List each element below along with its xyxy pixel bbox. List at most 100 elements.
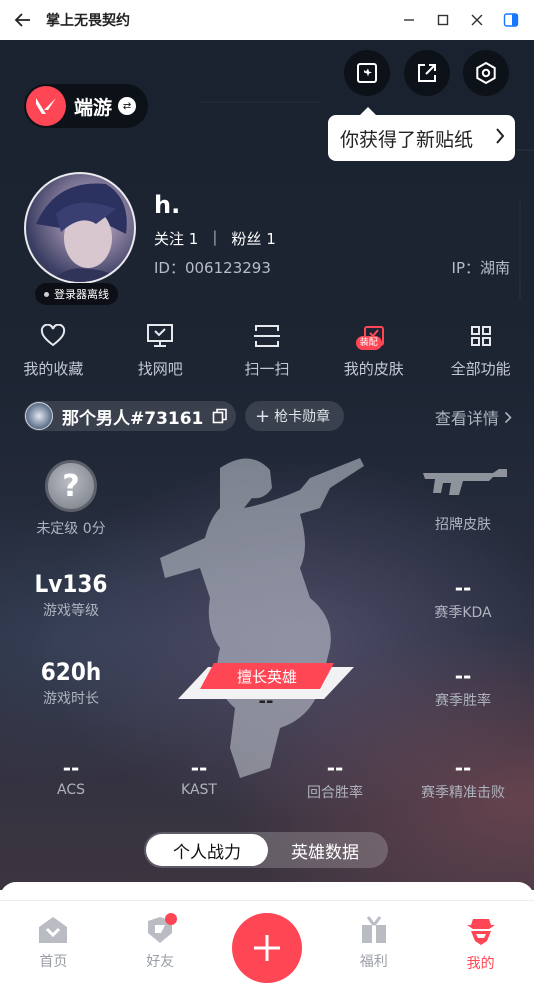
rank-symbol: ? [62,468,80,504]
player-card[interactable]: 那个男人#73161 [24,401,236,431]
sticker-button[interactable] [344,50,390,96]
kda-label: 赛季KDA [434,605,492,621]
signature-skin-label: 招牌皮肤 [435,517,491,533]
details-label: 查看详情 [434,409,499,428]
tab-personal-power[interactable]: 个人战力 [146,834,268,866]
skin-icon: 装配 [355,320,386,352]
heart-icon [40,320,66,352]
settings-icon [476,61,496,85]
close-button[interactable] [468,11,486,29]
player-avatar [25,402,53,430]
tooltip-text: 你获得了新贴纸 [340,128,474,151]
tab-label: 福利 [359,954,388,970]
maximize-button[interactable] [434,11,452,29]
feature-label: 我的收藏 [23,360,84,378]
winrate-value: -- [454,664,472,688]
status-dot-icon [44,291,49,297]
chevron-right-icon [495,127,505,150]
kast-label: KAST [181,782,217,798]
avatar[interactable] [24,172,136,284]
acs-value: -- [62,756,80,780]
kda-value: -- [454,576,472,600]
equip-badge: 装配 [355,336,382,350]
signature-skin-stat[interactable]: 招牌皮肤 [404,460,522,534]
round-winrate-stat: -- 回合胜率 [284,756,386,802]
tab-hero-data[interactable]: 英雄数据 [264,834,386,866]
feature-label: 找网吧 [137,360,183,378]
new-sticker-tooltip[interactable]: 你获得了新贴纸 [328,107,515,161]
stats-view-toggle: 个人战力 英雄数据 [144,832,388,868]
window-title: 掌上无畏契约 [46,13,130,29]
fans-link[interactable]: 粉丝 1 [231,228,275,249]
acs-stat: -- ACS [20,756,122,798]
bottom-tab-bar: 首页 好友 福利 我的 [0,900,534,990]
feature-scan[interactable]: 扫一扫 [214,320,321,379]
level-value: Lv136 [34,570,108,598]
minimize-button[interactable] [400,11,418,29]
rank-label: 未定级 0分 [36,521,106,537]
level-label: 游戏等级 [43,603,99,619]
level-stat: Lv136 游戏等级 [20,570,122,620]
playtime-label: 游戏时长 [43,691,99,707]
feature-my-skins[interactable]: 装配 我的皮肤 [320,320,427,379]
feature-shortcuts: 我的收藏 找网吧 扫一扫 装配 我的皮肤 全部功能 [0,320,534,379]
chevron-right-icon [504,409,512,428]
winrate-stat: -- 赛季胜率 [404,664,522,710]
game-switch-pill[interactable]: 端游 ⇄ [24,84,149,128]
launcher-status-badge: 登录器离线 [35,283,118,305]
close-icon [471,14,483,26]
precise-kills-value: -- [454,756,472,780]
tab-home[interactable]: 首页 [0,901,107,990]
feature-label: 扫一扫 [244,360,290,378]
user-id: ID：006123293 [154,259,271,277]
tab-mine[interactable]: 我的 [427,901,534,990]
winrate-label: 赛季胜率 [435,693,491,709]
tab-label: 我的 [466,956,495,972]
tab-create[interactable] [214,901,321,990]
round-winrate-value: -- [326,756,344,780]
back-button[interactable] [0,0,46,40]
profile-screen: 端游 ⇄ 你获得了新贴纸 登录器离线 h. 关注 1 | 粉丝 1 ID：006… [0,40,534,890]
tab-label: 首页 [39,954,68,970]
medal-label: 枪卡勋章 [274,409,331,425]
tab-benefits[interactable]: 福利 [320,901,427,990]
grid-icon [469,320,493,352]
launcher-status-text: 登录器离线 [54,288,109,301]
kda-stat: -- 赛季KDA [404,576,522,622]
feature-label: 我的皮肤 [343,360,404,378]
playtime-value: 620h [40,658,102,686]
tab-friends[interactable]: 好友 [107,901,214,990]
rank-stat[interactable]: ? 未定级 0分 [30,460,112,538]
plus-icon [231,913,302,983]
sidebar-toggle-button[interactable] [502,11,520,29]
home-icon [39,917,68,943]
following-label: 关注 [154,230,185,248]
view-details-link[interactable]: 查看详情 [435,405,512,429]
ip-location: IP：湖南 [451,259,510,277]
feature-find-netcafe[interactable]: 找网吧 [107,320,214,379]
follow-separator: | [212,228,218,246]
rifle-icon [404,460,522,506]
scan-icon [253,320,281,352]
precise-kills-label: 赛季精准击败 [421,785,505,801]
monitor-icon [146,320,174,352]
maximize-icon [437,14,449,26]
copy-icon[interactable] [212,408,228,424]
best-hero-value: -- [258,691,274,712]
switch-icon: ⇄ [118,97,137,115]
follow-stats: 关注 1 | 粉丝 1 [154,228,276,249]
following-link[interactable]: 关注 1 [154,228,198,249]
feature-favorites[interactable]: 我的收藏 [0,320,107,379]
acs-label: ACS [57,782,85,798]
kast-stat: -- KAST [148,756,250,798]
game-name: 端游 [74,96,113,119]
card-medal-button[interactable]: + 枪卡勋章 [245,401,344,431]
following-count: 1 [188,230,199,248]
best-hero-tag: 擅长英雄 [236,667,297,686]
settings-button[interactable] [463,50,509,96]
plus-icon: + [255,405,271,427]
feature-all[interactable]: 全部功能 [427,320,534,379]
kast-value: -- [190,756,208,780]
share-button[interactable] [404,50,450,96]
tab-label: 好友 [146,954,175,970]
